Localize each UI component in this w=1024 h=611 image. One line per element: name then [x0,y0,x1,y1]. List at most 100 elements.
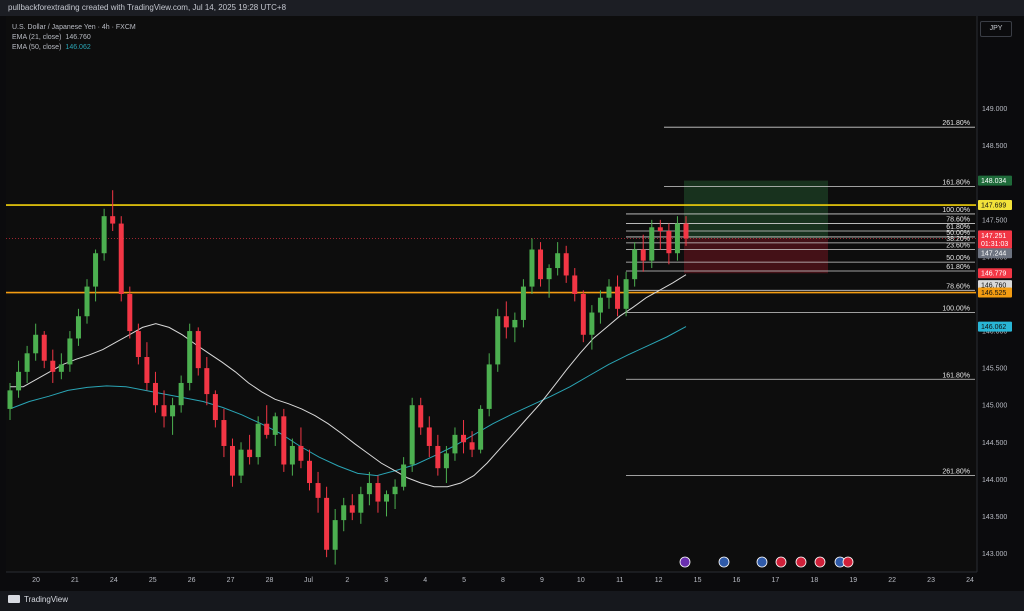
candle-body [606,286,612,298]
candle-body [272,416,278,435]
candle-body [409,405,415,465]
economic-event-icon [718,556,730,568]
candle-body [546,268,552,280]
economic-event-icon [842,556,854,568]
candle-body [503,316,509,328]
candle-body [170,405,176,417]
candle-body [247,449,253,458]
candle-body [538,249,544,280]
candle-body [623,279,629,309]
ema21-label[interactable]: EMA (21, close) [12,34,61,41]
x-tick-label: 24 [110,577,118,584]
candle-body [16,371,22,391]
candle-body [135,331,141,358]
candle-body [24,353,30,372]
fib-label-upper: 161.80% [942,180,970,187]
candle-body [640,249,646,261]
x-tick-label: 11 [616,577,623,584]
target-zone [684,180,828,239]
candle-body [589,312,595,335]
fib-label-upper: 50.00% [946,255,970,262]
candle-body [212,394,218,421]
economic-event-icon [679,556,691,568]
candle-body [161,405,167,417]
y-tick-label: 143.000 [982,551,1007,558]
x-tick-label: 26 [188,577,196,584]
candle-body [281,416,287,465]
candle-body [392,486,398,495]
candle-body [461,434,467,443]
candle-body [221,420,227,446]
candle-body [195,331,201,369]
fib-label-upper: 23.60% [946,243,970,250]
candle-body [426,427,432,446]
ema50-value: 146.062 [65,44,91,51]
fib-label-lower: 161.80% [942,372,970,379]
candle-body [152,382,158,406]
fib-label-lower: 100.00% [942,306,970,313]
candle-body [118,223,124,294]
candle-body [178,382,184,406]
candle-body [238,449,244,476]
candle-body [144,357,150,383]
candle-body [75,316,81,339]
fib-label-lower: 78.60% [946,283,970,290]
x-tick-label: 21 [71,577,79,584]
candle-body [401,464,407,487]
candle-body [298,445,304,461]
x-tick-label: 22 [888,577,896,584]
x-tick-label: 20 [32,577,40,584]
fib-label-upper: 100.00% [942,207,970,214]
price-chart[interactable]: 261.80% 161.80% 100.00% 78.60% 61.80% 50.00% 3… [0,0,1024,611]
candle-body [50,360,56,372]
y-tick-label: 148.500 [982,143,1007,150]
x-tick-label: 16 [733,577,741,584]
symbol-title[interactable]: U.S. Dollar / Japanese Yen · 4h · FXCM [12,23,136,33]
currency-button[interactable]: JPY [980,21,1012,37]
tradingview-logo[interactable]: TradingView [8,595,68,604]
x-tick-label: 15 [694,577,702,584]
economic-event-icon [814,556,826,568]
price-tag-text: 01:31:03 [981,241,1008,248]
candle-body [529,249,535,287]
ema21-value: 146.760 [65,34,91,41]
candle-body [572,275,578,294]
candle-body [443,453,449,469]
candle-body [33,334,39,354]
candle-body [597,297,603,313]
price-tag-text: 146.062 [981,324,1006,331]
ema50-line [9,326,687,477]
candle-body [512,319,518,328]
x-tick-label: 9 [540,577,544,584]
candle-body [366,483,372,495]
candle-body [58,364,64,372]
candle-body [555,253,561,269]
candle-body [341,505,347,521]
x-tick-label: 12 [655,577,663,584]
y-tick-label: 143.500 [982,514,1007,521]
fib-label-upper: 261.80% [942,120,970,127]
candle-body [674,223,680,254]
x-tick-label: 27 [227,577,235,584]
x-tick-label: 24 [966,577,974,584]
candle-body [204,368,210,395]
price-tag-text: 146.525 [981,290,1006,297]
candle-body [683,223,689,239]
candle-body [93,253,99,287]
candle-body [229,445,235,476]
candle-body [418,405,424,428]
brand-text: TradingView [24,595,69,604]
candle-body [486,364,492,409]
price-tag-text: 146.779 [981,271,1006,278]
tradingview-icon [8,595,20,603]
x-tick-label: 23 [927,577,935,584]
candle-body [315,483,321,498]
candle-body [384,494,390,502]
candle-body [435,445,441,469]
ema50-label[interactable]: EMA (50, close) [12,44,61,51]
price-tag-text: 148.034 [981,178,1006,185]
candle-body [615,286,621,309]
fib-label-lower: 61.80% [946,264,970,271]
candle-body [358,494,364,513]
chart-window: pullbackforextrading created with Tradin… [0,0,1024,611]
